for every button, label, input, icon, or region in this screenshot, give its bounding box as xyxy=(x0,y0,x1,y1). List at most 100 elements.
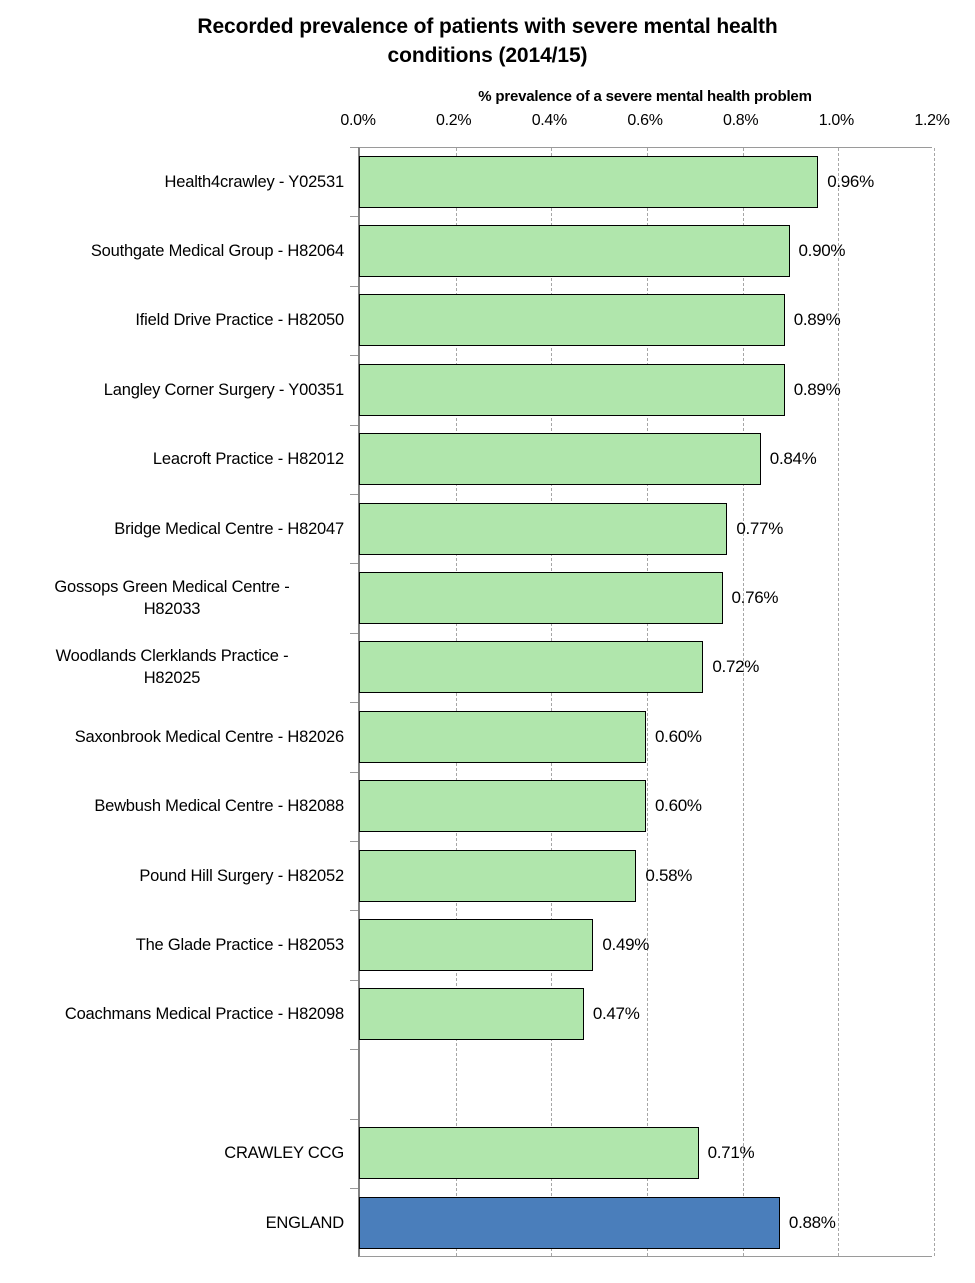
bar-row[interactable]: Southgate Medical Group - H82064 0.90% xyxy=(0,216,975,285)
chart-title: Recorded prevalence of patients with sev… xyxy=(60,12,915,70)
bar-value-label: 0.58% xyxy=(645,865,693,885)
bar-value-label: 0.90% xyxy=(798,241,846,261)
x-tick-label-1: 0.2% xyxy=(436,112,472,129)
category-axis-tick xyxy=(350,355,358,357)
category-label-line: The Glade Practice - H82053 xyxy=(135,936,344,955)
category-label-line: Southgate Medical Group - H82064 xyxy=(90,242,344,261)
bar-practice[interactable] xyxy=(359,363,785,416)
category-label-line: H82033 xyxy=(143,600,201,619)
category-label: The Glade Practice - H82053 xyxy=(0,910,344,979)
x-tick-label-5: 1.0% xyxy=(818,112,855,129)
category-label-line: Ifield Drive Practice - H82050 xyxy=(135,311,344,330)
chart-title-line-2: conditions (2014/15) xyxy=(387,44,588,67)
category-label-line: Bridge Medical Centre - H82047 xyxy=(114,519,344,538)
category-label-line: Leacroft Practice - H82012 xyxy=(152,450,344,469)
bar-ccg[interactable] xyxy=(359,1127,699,1180)
category-label: Bridge Medical Centre - H82047 xyxy=(0,494,344,563)
bar-england[interactable] xyxy=(359,1196,780,1249)
bar-row[interactable]: Langley Corner Surgery - Y00351 0.89% xyxy=(0,355,975,424)
category-label-line: Health4crawley - Y02531 xyxy=(164,172,345,191)
x-tick-label-4: 0.8% xyxy=(723,112,759,129)
bar-practice[interactable] xyxy=(359,572,723,625)
chart-title-line-1: Recorded prevalence of patients with sev… xyxy=(197,15,778,38)
category-label-line: Pound Hill Surgery - H82052 xyxy=(139,866,344,885)
bar-practice[interactable] xyxy=(359,502,728,555)
category-label: Health4crawley - Y02531 xyxy=(0,147,345,216)
bar-row[interactable]: ENGLAND 0.88% xyxy=(0,1188,975,1257)
category-label: Gossops Green Medical Centre - H82033 xyxy=(0,563,344,632)
category-axis-tick xyxy=(350,1188,358,1189)
category-label: Woodlands Clerklands Practice - H82025 xyxy=(0,633,344,702)
bar-row[interactable] xyxy=(0,1049,975,1118)
bar-value-label: 0.89% xyxy=(793,310,841,330)
bar-row[interactable]: Bridge Medical Centre - H82047 0.77% xyxy=(0,494,975,563)
category-axis-tick xyxy=(350,147,358,148)
category-label-line: Gossops Green Medical Centre - xyxy=(54,578,290,597)
category-axis-tick xyxy=(350,632,358,634)
category-axis-tick xyxy=(350,494,358,495)
x-axis-title: % prevalence of a severe mental health p… xyxy=(478,88,812,105)
bar-row[interactable]: CRAWLEY CCG 0.71% xyxy=(0,1118,975,1188)
bar-value-label: 0.49% xyxy=(602,935,650,955)
category-axis-tick xyxy=(350,841,358,842)
bar-row[interactable]: Health4crawley - Y02531 0.96% xyxy=(0,147,975,216)
bar-practice[interactable] xyxy=(359,988,584,1041)
bar-value-label: 0.84% xyxy=(769,449,817,469)
bar-practice[interactable] xyxy=(359,849,637,902)
category-label-line: H82025 xyxy=(143,669,201,688)
bar-practice[interactable] xyxy=(359,919,594,972)
bar-value-label: 0.77% xyxy=(736,518,784,538)
bar-practice[interactable] xyxy=(359,225,790,278)
category-axis-tick xyxy=(350,771,358,773)
category-axis-tick xyxy=(350,216,358,218)
bar-practice[interactable] xyxy=(359,780,646,833)
bar-row[interactable]: Ifield Drive Practice - H82050 0.89% xyxy=(0,285,975,355)
category-label-line: ENGLAND xyxy=(265,1213,345,1232)
category-axis-tick xyxy=(350,285,358,287)
bar-row[interactable]: Bewbush Medical Centre - H82088 0.60% xyxy=(0,771,975,841)
bar-value-label: 0.89% xyxy=(793,379,841,399)
category-label: Bewbush Medical Centre - H82088 xyxy=(0,772,344,841)
category-label: Pound Hill Surgery - H82052 xyxy=(0,841,344,910)
category-label: Southgate Medical Group - H82064 xyxy=(0,216,344,285)
bar-row[interactable]: Coachmans Medical Practice - H82098 0.47% xyxy=(0,979,975,1049)
bar-row[interactable]: Leacroft Practice - H82012 0.84% xyxy=(0,424,975,494)
category-label-line: Saxonbrook Medical Centre - H82026 xyxy=(74,727,344,746)
bar-row[interactable]: Pound Hill Surgery - H82052 0.58% xyxy=(0,841,975,910)
category-label-line: Bewbush Medical Centre - H82088 xyxy=(94,797,344,816)
category-axis-tick xyxy=(350,910,358,912)
bar-row[interactable]: Gossops Green Medical Centre - H82033 0.76… xyxy=(0,563,975,632)
bar-row[interactable]: The Glade Practice - H82053 0.49% xyxy=(0,910,975,979)
category-label-line: Woodlands Clerklands Practice - xyxy=(55,647,289,666)
bar-value-label: 0.47% xyxy=(592,1004,640,1024)
bar-value-label: 0.71% xyxy=(707,1143,755,1163)
category-axis-tick xyxy=(350,563,358,565)
bar-row[interactable]: Saxonbrook Medical Centre - H82026 0.60% xyxy=(0,702,975,771)
category-label: Saxonbrook Medical Centre - H82026 xyxy=(0,702,344,771)
category-label-line: CRAWLEY CCG xyxy=(224,1144,344,1163)
x-tick-label-0: 0.0% xyxy=(340,112,376,129)
x-axis-tick-labels: 0.0% 0.2% 0.4% 0.6% 0.8% 1.0% 1.2% xyxy=(0,112,975,134)
bar-row[interactable]: Woodlands Clerklands Practice - H82025 0.7… xyxy=(0,632,975,702)
category-label: CRAWLEY CCG xyxy=(0,1119,344,1188)
category-axis-tick xyxy=(350,1118,358,1120)
bar-practice[interactable] xyxy=(359,155,819,208)
bar-practice[interactable] xyxy=(359,294,785,347)
category-axis-tick xyxy=(350,1049,358,1051)
bar-practice[interactable] xyxy=(359,641,704,694)
bar-value-label: 0.60% xyxy=(655,726,702,746)
category-label: Leacroft Practice - H82012 xyxy=(0,425,344,494)
bar-value-label: 0.60% xyxy=(655,796,702,816)
category-label: ENGLAND xyxy=(0,1188,345,1257)
category-axis-tick xyxy=(350,424,358,426)
bar-practice[interactable] xyxy=(359,710,646,763)
category-label-line: Coachmans Medical Practice - H82098 xyxy=(64,1005,344,1024)
category-label: Ifield Drive Practice - H82050 xyxy=(0,286,344,355)
bar-rows-container: Health4crawley - Y02531 0.96% Southgate Me… xyxy=(0,147,975,1257)
bar-practice[interactable] xyxy=(359,433,761,486)
category-label: Langley Corner Surgery - Y00351 xyxy=(0,355,344,424)
category-label xyxy=(0,1049,344,1118)
bar-value-label: 0.76% xyxy=(731,588,779,608)
bar-value-label: 0.72% xyxy=(712,657,760,677)
bar-value-label: 0.88% xyxy=(788,1212,836,1232)
